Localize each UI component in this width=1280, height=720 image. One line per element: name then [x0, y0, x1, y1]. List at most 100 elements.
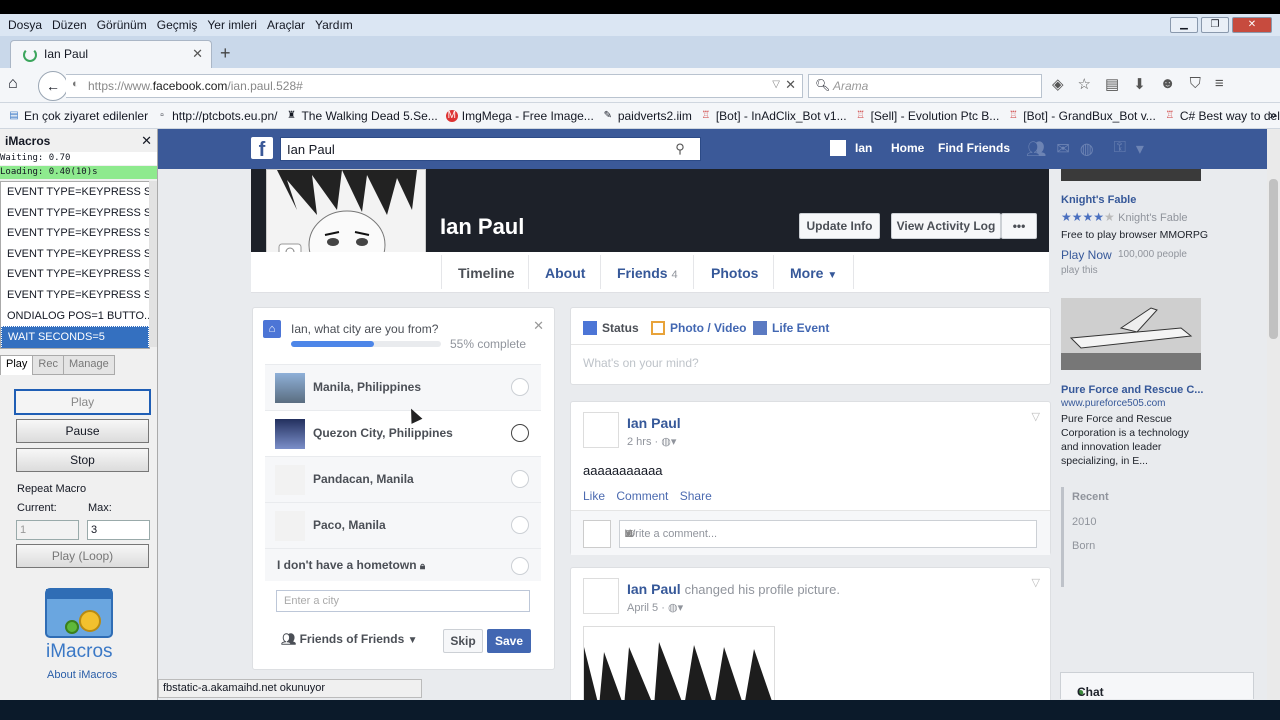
- tab-photos[interactable]: Photos: [711, 265, 758, 281]
- city-radio[interactable]: [511, 516, 529, 534]
- post-time[interactable]: 2 hrs · ◍▾: [627, 435, 676, 448]
- browser-tab[interactable]: Ian Paul ✕: [10, 40, 212, 69]
- photo-video-tab[interactable]: Photo / Video: [651, 321, 746, 335]
- pause-button[interactable]: Pause: [16, 419, 149, 443]
- bookmark-item[interactable]: ♖ [Bot] - InAdClix_Bot v1...: [700, 109, 846, 123]
- city-radio[interactable]: [511, 378, 529, 396]
- url-dropdown-icon[interactable]: ▽: [772, 79, 780, 90]
- view-activity-log-button[interactable]: View Activity Log: [891, 213, 1001, 239]
- addon-icon[interactable]: ◈: [1052, 75, 1064, 93]
- stop-load-icon[interactable]: ✕: [785, 77, 796, 93]
- no-hometown-option[interactable]: I don't have a hometown 🔒︎: [265, 548, 541, 581]
- post-author[interactable]: Ian Paul: [627, 415, 681, 431]
- macro-line[interactable]: EVENT TYPE=KEYPRESS SE...: [1, 264, 149, 285]
- whats-on-your-mind-input[interactable]: What's on your mind?: [583, 356, 699, 370]
- bookmark-item[interactable]: ♖ [Sell] - Evolution Ptc B...: [855, 109, 999, 123]
- friend-requests-icon[interactable]: 👥︎: [1026, 139, 1046, 159]
- bookmark-star-icon[interactable]: ☆: [1078, 75, 1091, 93]
- scrollbar-thumb[interactable]: [1269, 179, 1278, 339]
- menu-tools[interactable]: Araçlar: [265, 18, 307, 32]
- ad-image[interactable]: [1061, 298, 1201, 370]
- timeline-nav-recent[interactable]: Recent: [1072, 491, 1109, 503]
- avatar[interactable]: [583, 578, 619, 614]
- play-now-link[interactable]: Play Now: [1061, 248, 1112, 262]
- macro-line[interactable]: EVENT TYPE=KEYPRESS SE...: [1, 223, 149, 244]
- stop-button[interactable]: Stop: [16, 448, 149, 472]
- menu-view[interactable]: Görünüm: [95, 18, 149, 32]
- avatar[interactable]: [583, 412, 619, 448]
- restore-button[interactable]: ❐: [1201, 17, 1229, 33]
- messages-icon[interactable]: ✉: [1056, 139, 1069, 159]
- city-option[interactable]: Paco, Manila: [265, 502, 541, 548]
- bookmark-item[interactable]: ♖ [Bot] - GrandBux_Bot v...: [1007, 109, 1156, 123]
- more-options-button[interactable]: •••: [1001, 213, 1037, 239]
- url-bar[interactable]: ◐ https://www.facebook.com/ian.paul.528#…: [66, 74, 803, 98]
- share-link[interactable]: Share: [680, 489, 712, 503]
- city-option[interactable]: Pandacan, Manila: [265, 456, 541, 502]
- ad-title[interactable]: Pure Force and Rescue C...: [1061, 384, 1203, 396]
- comment-link[interactable]: Comment: [616, 489, 668, 503]
- city-radio[interactable]: [511, 470, 529, 488]
- bookmark-item[interactable]: ✎ paidverts2.iim: [602, 109, 692, 123]
- new-tab-button[interactable]: +: [220, 43, 231, 64]
- timeline-nav-2010[interactable]: 2010: [1072, 516, 1096, 528]
- nav-profile-link[interactable]: Ian: [855, 141, 872, 155]
- minimize-button[interactable]: ▁: [1170, 17, 1198, 33]
- timeline-nav-born[interactable]: Born: [1072, 540, 1095, 552]
- macro-line-selected[interactable]: WAIT SECONDS=5: [1, 326, 149, 348]
- chevron-down-icon[interactable]: ▽: [1032, 576, 1040, 589]
- macro-line[interactable]: EVENT TYPE=KEYPRESS SE...: [1, 203, 149, 224]
- notifications-globe-icon[interactable]: ◍: [1080, 139, 1094, 159]
- menu-edit[interactable]: Düzen: [50, 18, 89, 32]
- back-button[interactable]: ←: [38, 71, 68, 101]
- play-button[interactable]: Play: [14, 389, 151, 415]
- max-field[interactable]: 3: [87, 520, 150, 540]
- city-option[interactable]: Quezon City, Philippines: [265, 410, 541, 456]
- facebook-search-input[interactable]: Ian Paul ⚲: [280, 137, 701, 161]
- skip-button[interactable]: Skip: [443, 629, 483, 653]
- macro-line[interactable]: EVENT TYPE=KEYPRESS SE...: [1, 244, 149, 265]
- tab-more[interactable]: More ▼: [790, 265, 837, 281]
- status-tab[interactable]: Status: [583, 321, 639, 335]
- menu-bookmarks[interactable]: Yer imleri: [205, 18, 259, 32]
- bookmark-item[interactable]: ▤ En çok ziyaret edilenler: [8, 109, 148, 123]
- close-window-button[interactable]: ✕: [1232, 17, 1272, 33]
- like-link[interactable]: Like: [583, 489, 605, 503]
- tab-about[interactable]: About: [545, 265, 585, 281]
- menu-help[interactable]: Yardım: [313, 18, 355, 32]
- macro-lines-list[interactable]: EVENT TYPE=KEYPRESS SE... EVENT TYPE=KEY…: [0, 181, 150, 349]
- profile-picture-preview[interactable]: [583, 626, 775, 700]
- bookmark-item[interactable]: ▫ http://ptcbots.eu.pn/: [156, 109, 277, 123]
- city-radio[interactable]: [511, 424, 529, 442]
- tab-manage[interactable]: Manage: [62, 355, 115, 375]
- bookmark-item[interactable]: M ImgMega - Free Image...: [445, 109, 594, 123]
- tab-close-icon[interactable]: ✕: [192, 46, 203, 62]
- macro-line[interactable]: EVENT TYPE=KEYPRESS SE...: [1, 182, 149, 203]
- privacy-icon[interactable]: ⚿: [1114, 139, 1126, 159]
- post-author[interactable]: Ian Paul changed his profile picture.: [627, 581, 840, 597]
- audience-selector[interactable]: 👥︎ Friends of Friends ▼: [281, 632, 418, 646]
- search-bar[interactable]: 🔍︎ Arama: [808, 74, 1042, 98]
- ad-url[interactable]: www.pureforce505.com: [1061, 398, 1166, 409]
- tab-friends[interactable]: Friends 4: [617, 265, 678, 281]
- download-icon[interactable]: ⬇: [1133, 75, 1146, 93]
- ad-image[interactable]: [1061, 169, 1201, 181]
- chat-bar[interactable]: ● Chat: [1060, 672, 1254, 699]
- close-icon[interactable]: ✕: [533, 318, 544, 334]
- no-hometown-radio[interactable]: [511, 557, 529, 575]
- chevron-down-icon[interactable]: ▽: [1032, 410, 1040, 423]
- close-icon[interactable]: ✕: [141, 133, 152, 149]
- menu-history[interactable]: Geçmiş: [155, 18, 200, 32]
- nav-find-friends-link[interactable]: Find Friends: [938, 141, 1010, 155]
- home-icon[interactable]: ⌂: [8, 75, 18, 93]
- play-loop-button[interactable]: Play (Loop): [16, 544, 149, 568]
- page-scrollbar[interactable]: [1267, 129, 1280, 700]
- chat-bubble-icon[interactable]: ☻: [1160, 75, 1176, 93]
- post-time[interactable]: April 5 · ◍▾: [627, 601, 683, 614]
- about-imacros-link[interactable]: About iMacros: [47, 669, 117, 681]
- avatar[interactable]: [830, 140, 846, 156]
- macro-line[interactable]: EVENT TYPE=KEYPRESS SE...: [1, 285, 149, 306]
- account-menu-icon[interactable]: ▾: [1136, 139, 1144, 159]
- comment-input[interactable]: Write a comment... ◙ ☺: [619, 520, 1037, 548]
- macro-list-scrollbar[interactable]: [149, 181, 157, 347]
